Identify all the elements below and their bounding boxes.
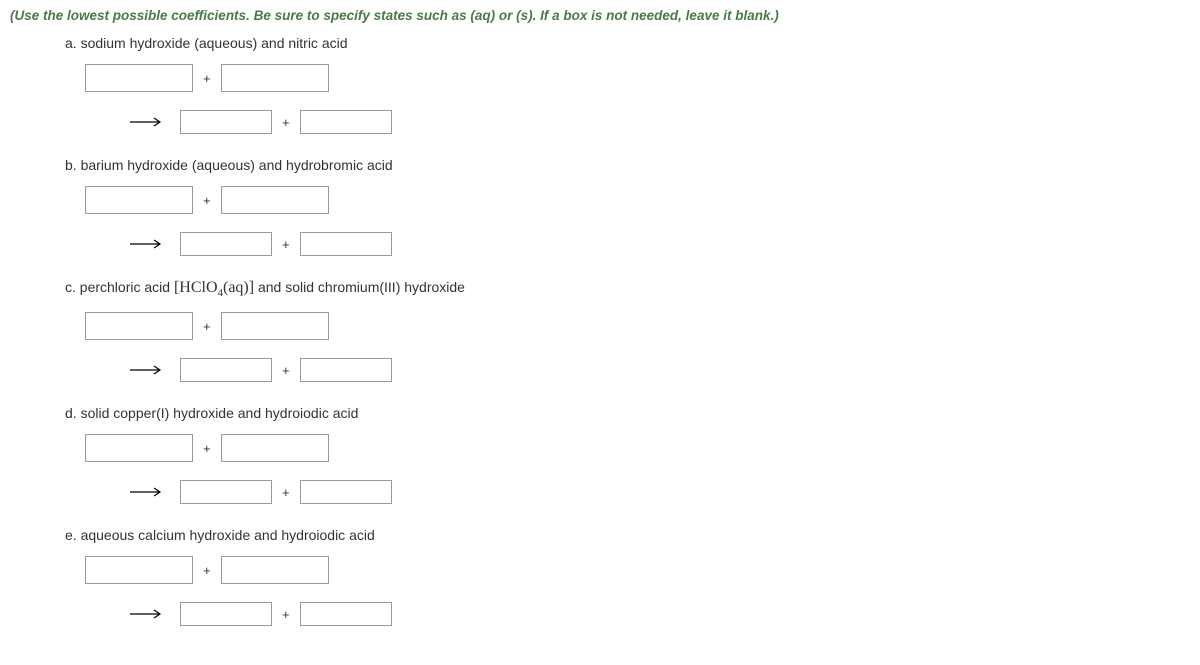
reactant2-input-a[interactable] [221,64,329,92]
label-e: e. [65,527,77,543]
plus-symbol: + [282,607,290,622]
prompt-c: c. perchloric acid [HClO4(aq)] and solid… [65,279,1190,299]
product2-input-b[interactable] [300,232,392,256]
formula-state: (aq) [223,279,249,296]
products-row-b: + [130,227,1190,261]
label-c: c. [65,279,76,295]
product1-input-b[interactable] [180,232,272,256]
plus-symbol: + [282,115,290,130]
plus-symbol: + [203,563,211,578]
reactant2-input-c[interactable] [221,312,329,340]
arrow-icon [130,365,166,375]
product1-input-c[interactable] [180,358,272,382]
plus-symbol: + [282,363,290,378]
reactant1-input-c[interactable] [85,312,193,340]
plus-symbol: + [282,485,290,500]
product2-input-a[interactable] [300,110,392,134]
products-row-c: + [130,353,1190,387]
prompt-after-c: and solid chromium(III) hydroxide [254,279,465,295]
arrow-icon [130,117,166,127]
formula-main: HClO [179,279,217,296]
product1-input-d[interactable] [180,480,272,504]
problem-e: e. aqueous calcium hydroxide and hydroio… [65,527,1190,631]
reactants-row-a: + [85,61,1190,95]
reactant2-input-e[interactable] [221,556,329,584]
arrow-icon [130,239,166,249]
prompt-text-b: barium hydroxide (aqueous) and hydrobrom… [81,157,393,173]
label-d: d. [65,405,77,421]
reactant1-input-d[interactable] [85,434,193,462]
arrow-icon [130,487,166,497]
plus-symbol: + [203,193,211,208]
plus-symbol: + [203,71,211,86]
formula-c: [HClO4(aq)] [174,279,254,296]
products-row-e: + [130,597,1190,631]
product2-input-e[interactable] [300,602,392,626]
reactant1-input-e[interactable] [85,556,193,584]
prompt-text-a: sodium hydroxide (aqueous) and nitric ac… [81,35,348,51]
prompt-e: e. aqueous calcium hydroxide and hydroio… [65,527,1190,543]
prompt-a: a. sodium hydroxide (aqueous) and nitric… [65,35,1190,51]
plus-symbol: + [203,319,211,334]
product2-input-d[interactable] [300,480,392,504]
product1-input-e[interactable] [180,602,272,626]
reactant1-input-b[interactable] [85,186,193,214]
instructions-text: (Use the lowest possible coefficients. B… [10,8,1190,23]
reactants-row-c: + [85,309,1190,343]
problem-a: a. sodium hydroxide (aqueous) and nitric… [65,35,1190,139]
product1-input-a[interactable] [180,110,272,134]
reactants-row-d: + [85,431,1190,465]
plus-symbol: + [282,237,290,252]
products-row-d: + [130,475,1190,509]
arrow-icon [130,609,166,619]
label-a: a. [65,35,77,51]
reactants-row-e: + [85,553,1190,587]
product2-input-c[interactable] [300,358,392,382]
prompt-d: d. solid copper(I) hydroxide and hydroio… [65,405,1190,421]
problem-b: b. barium hydroxide (aqueous) and hydrob… [65,157,1190,261]
prompt-b: b. barium hydroxide (aqueous) and hydrob… [65,157,1190,173]
prompt-text-d: solid copper(I) hydroxide and hydroiodic… [81,405,359,421]
label-b: b. [65,157,77,173]
problem-d: d. solid copper(I) hydroxide and hydroio… [65,405,1190,509]
reactant1-input-a[interactable] [85,64,193,92]
products-row-a: + [130,105,1190,139]
reactants-row-b: + [85,183,1190,217]
reactant2-input-d[interactable] [221,434,329,462]
plus-symbol: + [203,441,211,456]
prompt-before-c: perchloric acid [80,279,174,295]
problem-c: c. perchloric acid [HClO4(aq)] and solid… [65,279,1190,387]
prompt-text-e: aqueous calcium hydroxide and hydroiodic… [81,527,375,543]
reactant2-input-b[interactable] [221,186,329,214]
